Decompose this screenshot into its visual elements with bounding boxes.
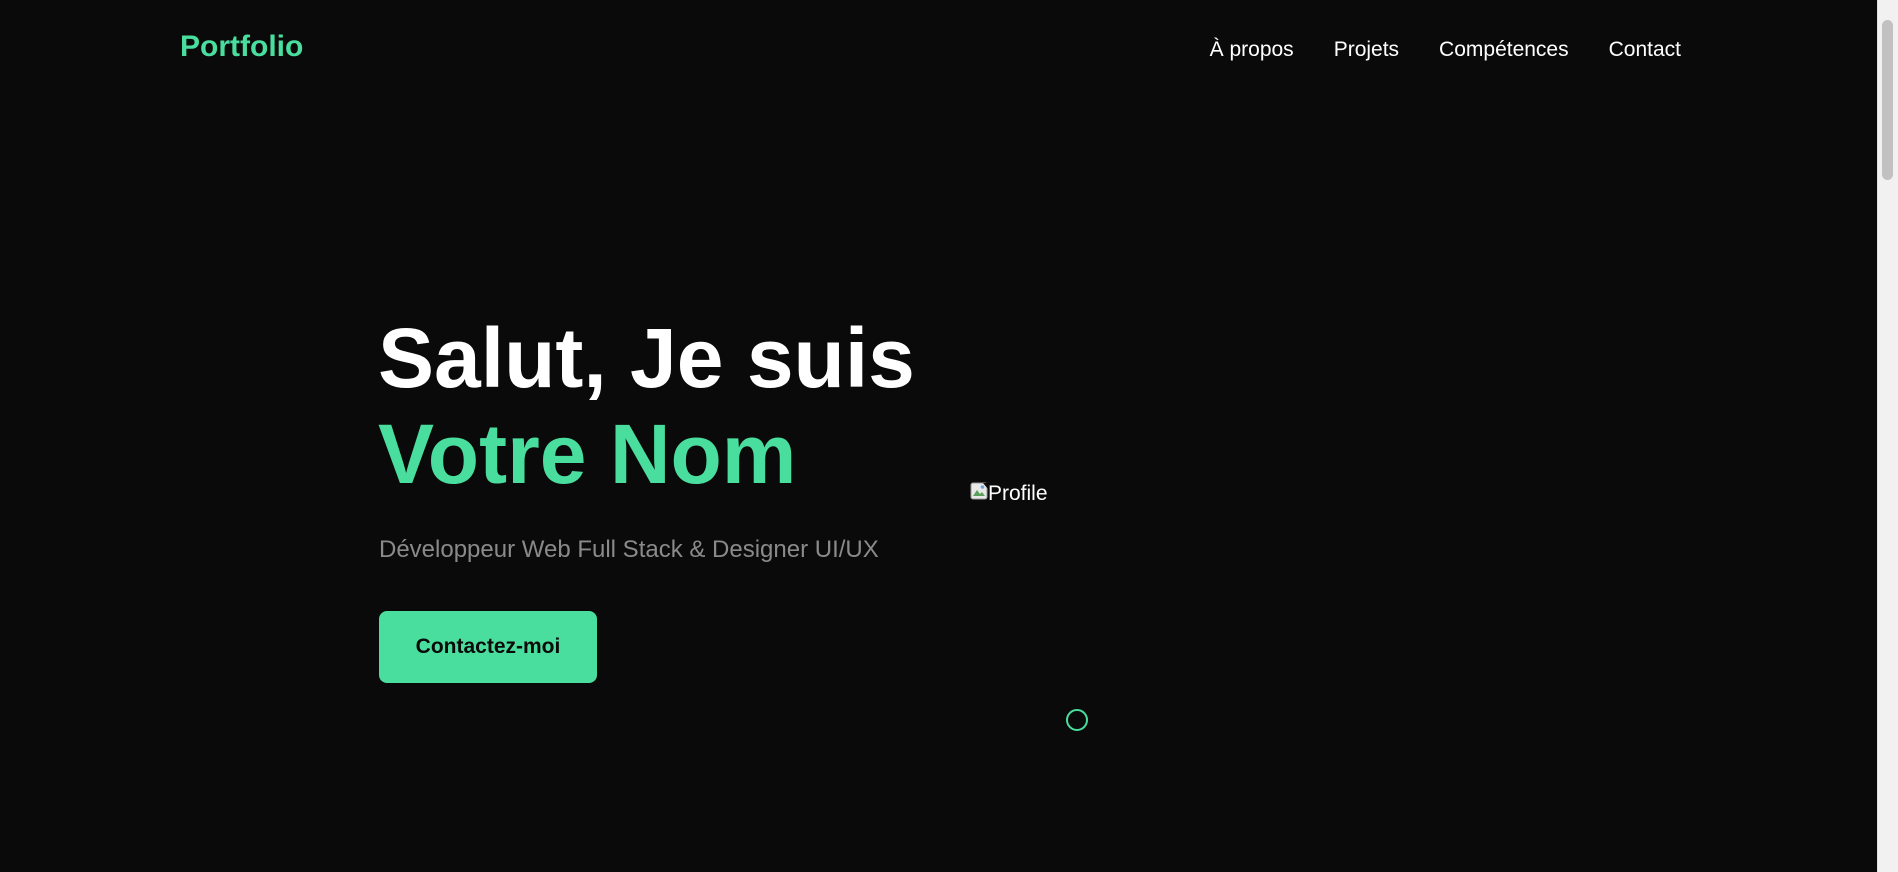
hero-greeting: Salut, Je suis bbox=[378, 311, 915, 405]
nav-link-projects[interactable]: Projets bbox=[1334, 38, 1399, 62]
logo[interactable]: Portfolio bbox=[180, 30, 303, 64]
contact-button[interactable]: Contactez-moi bbox=[379, 611, 597, 683]
hero-name: Votre Nom bbox=[378, 407, 797, 501]
hero-subtitle: Développeur Web Full Stack & Designer UI… bbox=[379, 536, 879, 563]
nav-link-contact[interactable]: Contact bbox=[1609, 38, 1681, 62]
scrollbar[interactable] bbox=[1877, 0, 1898, 872]
profile-image: Profile bbox=[970, 480, 1055, 560]
broken-image-icon bbox=[970, 480, 990, 502]
nav-link-about[interactable]: À propos bbox=[1210, 38, 1294, 62]
main-nav: À propos Projets Compétences Contact bbox=[1210, 38, 1681, 62]
profile-alt-text: Profile bbox=[988, 482, 1048, 505]
page: Portfolio À propos Projets Compétences C… bbox=[0, 0, 1898, 872]
scroll-indicator-icon[interactable] bbox=[1066, 709, 1088, 731]
scrollbar-thumb[interactable] bbox=[1882, 20, 1893, 180]
nav-link-skills[interactable]: Compétences bbox=[1439, 38, 1569, 62]
